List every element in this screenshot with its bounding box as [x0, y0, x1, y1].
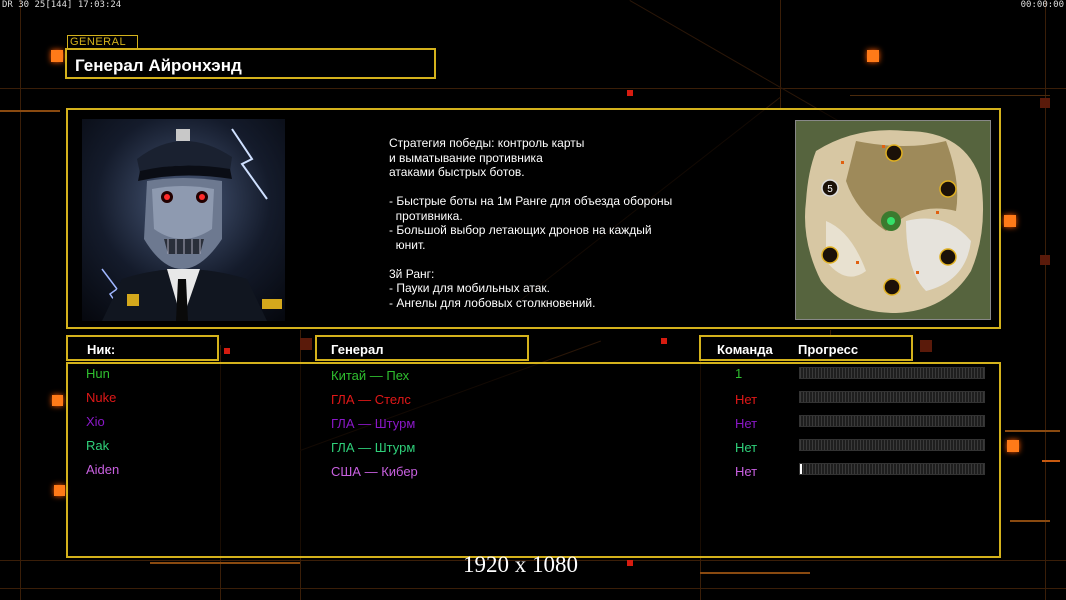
- map-preview[interactable]: 5: [795, 120, 991, 320]
- player-nick: Hun: [86, 366, 110, 381]
- map-start-marker: 5: [827, 184, 833, 195]
- player-progress-fill: [800, 464, 802, 474]
- player-progress-bar: [799, 391, 985, 403]
- general-tag: GENERAL: [67, 35, 138, 49]
- header-nick: Ник:: [87, 342, 116, 357]
- strategy-description: Стратегия победы: контроль карты и вымат…: [389, 136, 673, 310]
- hud-status: DR 30 25[144] 17:03:24: [2, 0, 122, 10]
- resolution-label: 1920 x 1080: [463, 552, 578, 577]
- player-team: Нет: [735, 464, 758, 479]
- player-nick: Rak: [86, 438, 110, 453]
- player-general: США — Кибер: [331, 464, 418, 479]
- player-progress-bar: [799, 463, 985, 475]
- header-nick-box: Ник:: [66, 335, 219, 361]
- header-general-box: Генерал: [315, 335, 529, 361]
- player-team: Нет: [735, 416, 758, 431]
- player-progress-bar: [799, 367, 985, 379]
- player-team: Нет: [735, 392, 758, 407]
- player-general: Китай — Пех: [331, 368, 410, 383]
- player-nick: Nuke: [86, 390, 117, 405]
- general-info-panel: Стратегия победы: контроль карты и вымат…: [66, 108, 1001, 329]
- title-box: Генерал Айронхэнд: [65, 48, 436, 79]
- general-title: Генерал Айронхэнд: [75, 56, 242, 75]
- player-progress-bar: [799, 415, 985, 427]
- player-general: ГЛА — Стелс: [331, 392, 411, 407]
- player-nick: Xio: [86, 414, 105, 429]
- header-progress: Прогресс: [798, 342, 859, 357]
- player-progress-bar: [799, 439, 985, 451]
- hud-clock: 00:00:00: [1020, 0, 1064, 10]
- header-general: Генерал: [331, 342, 384, 357]
- player-general: ГЛА — Штурм: [331, 440, 416, 455]
- player-nick: Aiden: [86, 462, 120, 477]
- player-team: Нет: [735, 440, 758, 455]
- header-team-progress-box: Команда Прогресс: [699, 335, 913, 361]
- player-team: 1: [735, 366, 743, 381]
- header-team: Команда: [717, 342, 773, 357]
- general-portrait: [82, 119, 285, 321]
- player-general: ГЛА — Штурм: [331, 416, 416, 431]
